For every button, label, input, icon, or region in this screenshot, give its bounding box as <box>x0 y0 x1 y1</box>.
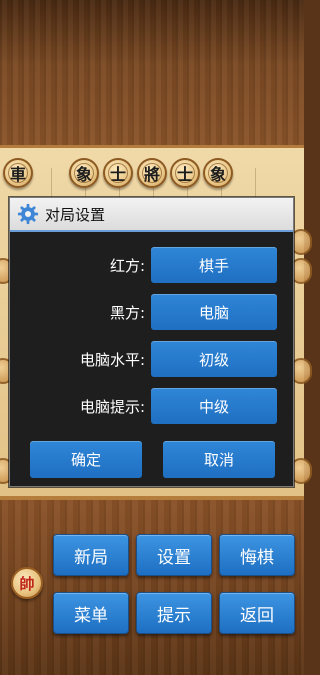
ai-level-label: 电脑水平: <box>79 351 145 369</box>
settings-button[interactable]: 设置 <box>136 534 212 576</box>
gear-icon <box>17 203 39 225</box>
ai-hint-row: 电脑提示: 中级 <box>10 388 295 426</box>
piece-red-general[interactable]: 帥 <box>11 567 43 599</box>
black-side-label: 黑方: <box>109 304 145 322</box>
confirm-button[interactable]: 确定 <box>30 441 142 478</box>
red-side-select-button[interactable]: 棋手 <box>151 247 277 283</box>
menu-button[interactable]: 菜单 <box>53 592 129 634</box>
game-settings-dialog: 对局设置 红方: 棋手 黑方: 电脑 电脑水平: 初级 电脑提示: 中级 确定 … <box>9 197 294 487</box>
ai-level-row: 电脑水平: 初级 <box>10 341 295 379</box>
piece-chariot[interactable]: 車 <box>3 158 33 188</box>
red-side-label: 红方: <box>109 257 145 275</box>
dialog-title: 对局设置 <box>45 205 106 224</box>
red-side-row: 红方: 棋手 <box>10 247 295 285</box>
dialog-title-bar: 对局设置 <box>10 198 293 232</box>
wood-background-top <box>0 0 304 145</box>
ai-level-select-button[interactable]: 初级 <box>151 341 277 377</box>
piece-elephant[interactable]: 象 <box>203 158 233 188</box>
wood-background-bottom <box>0 500 304 675</box>
back-button[interactable]: 返回 <box>219 592 295 634</box>
piece-elephant[interactable]: 象 <box>69 158 99 188</box>
piece-label: 帥 <box>19 574 35 593</box>
cancel-button[interactable]: 取消 <box>163 441 275 478</box>
black-side-row: 黑方: 电脑 <box>10 294 295 332</box>
undo-button[interactable]: 悔棋 <box>219 534 295 576</box>
black-side-select-button[interactable]: 电脑 <box>151 294 277 330</box>
hint-button[interactable]: 提示 <box>136 592 212 634</box>
ai-hint-select-button[interactable]: 中级 <box>151 388 277 424</box>
new-game-button[interactable]: 新局 <box>53 534 129 576</box>
piece-advisor[interactable]: 士 <box>103 158 133 188</box>
piece-advisor[interactable]: 士 <box>170 158 200 188</box>
piece-general[interactable]: 將 <box>137 158 167 188</box>
ai-hint-label: 电脑提示: <box>79 398 145 416</box>
